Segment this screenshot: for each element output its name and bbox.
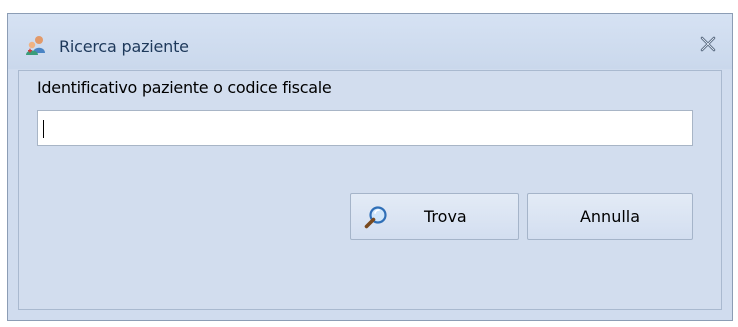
text-caret bbox=[43, 120, 44, 138]
cancel-button-label: Annulla bbox=[579, 207, 641, 226]
dialog-content bbox=[18, 70, 722, 310]
close-button[interactable] bbox=[698, 34, 718, 54]
search-button-label: Trova bbox=[424, 207, 467, 226]
cancel-button[interactable]: Annulla bbox=[527, 193, 693, 240]
dialog-title: Ricerca paziente bbox=[59, 37, 189, 56]
close-icon bbox=[700, 36, 716, 52]
title-bar: Ricerca paziente bbox=[8, 14, 732, 69]
search-button[interactable]: Trova bbox=[350, 193, 519, 240]
search-patient-dialog: Ricerca paziente Identificativo paziente… bbox=[7, 13, 733, 321]
patient-search-icon bbox=[25, 34, 47, 56]
patient-id-input[interactable] bbox=[37, 110, 693, 146]
magnifier-icon bbox=[363, 205, 389, 231]
patient-id-label: Identificativo paziente o codice fiscale bbox=[37, 78, 332, 97]
